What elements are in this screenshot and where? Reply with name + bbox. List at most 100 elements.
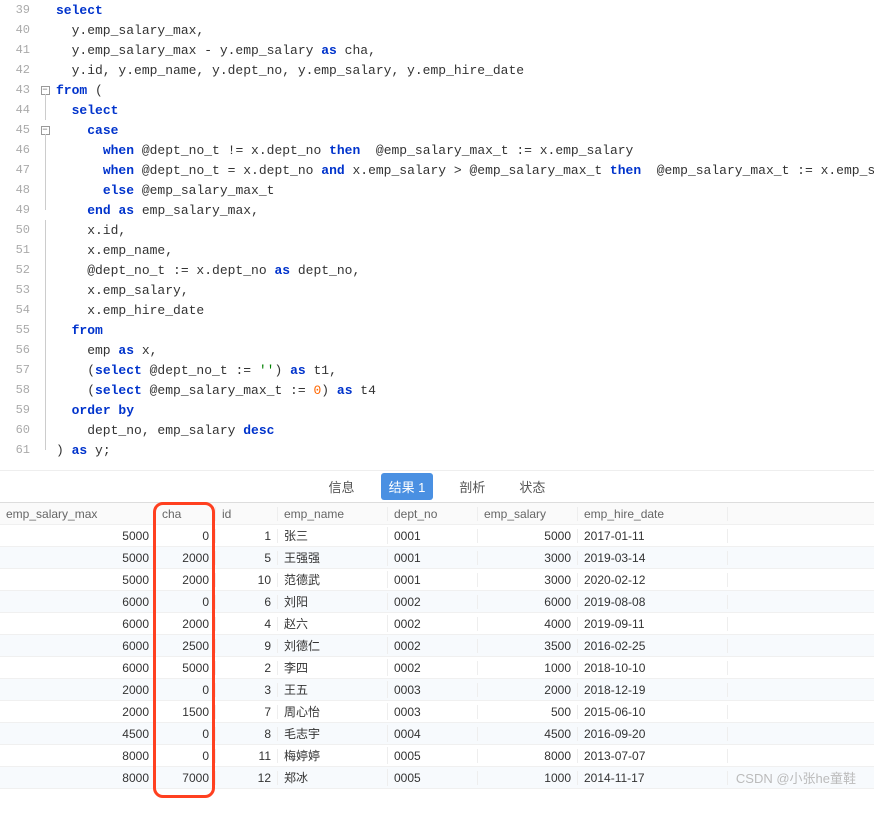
code-line[interactable]: (select @emp_salary_max_t := 0) as t4 (52, 380, 874, 400)
result-grid[interactable]: emp_salary_maxchaidemp_namedept_noemp_sa… (0, 502, 874, 789)
cell-dept[interactable]: 0001 (388, 573, 478, 587)
cell-hire[interactable]: 2019-08-08 (578, 595, 728, 609)
cell-dept[interactable]: 0004 (388, 727, 478, 741)
cell-sal[interactable]: 3500 (478, 639, 578, 653)
cell-max[interactable]: 6000 (0, 617, 156, 631)
code-line[interactable]: x.emp_salary, (52, 280, 874, 300)
cell-name[interactable]: 梅婷婷 (278, 747, 388, 764)
cell-hire[interactable]: 2018-10-10 (578, 661, 728, 675)
fold-cell[interactable] (38, 260, 52, 280)
code-line[interactable]: ) as y; (52, 440, 874, 460)
code-line[interactable]: y.emp_salary_max - y.emp_salary as cha, (52, 40, 874, 60)
code-line[interactable]: x.emp_hire_date (52, 300, 874, 320)
cell-cha[interactable]: 0 (156, 727, 216, 741)
cell-hire[interactable]: 2016-02-25 (578, 639, 728, 653)
cell-hire[interactable]: 2015-06-10 (578, 705, 728, 719)
code-line[interactable]: emp as x, (52, 340, 874, 360)
cell-cha[interactable]: 1500 (156, 705, 216, 719)
code-line[interactable]: from (52, 320, 874, 340)
fold-cell[interactable] (38, 20, 52, 40)
cell-id[interactable]: 4 (216, 617, 278, 631)
cell-id[interactable]: 10 (216, 573, 278, 587)
fold-cell[interactable] (38, 360, 52, 380)
cell-id[interactable]: 6 (216, 595, 278, 609)
cell-dept[interactable]: 0002 (388, 595, 478, 609)
cell-name[interactable]: 张三 (278, 527, 388, 544)
col-header-sal[interactable]: emp_salary (478, 507, 578, 521)
cell-hire[interactable]: 2013-07-07 (578, 749, 728, 763)
header-row[interactable]: emp_salary_maxchaidemp_namedept_noemp_sa… (0, 503, 874, 525)
code-line[interactable]: else @emp_salary_max_t (52, 180, 874, 200)
cell-name[interactable]: 范德武 (278, 571, 388, 588)
fold-cell[interactable] (38, 200, 52, 220)
code-line[interactable]: when @dept_no_t != x.dept_no then @emp_s… (52, 140, 874, 160)
fold-cell[interactable] (38, 340, 52, 360)
code-line[interactable]: x.emp_name, (52, 240, 874, 260)
cell-id[interactable]: 11 (216, 749, 278, 763)
code-line[interactable]: from ( (52, 80, 874, 100)
code-line[interactable]: (select @dept_no_t := '') as t1, (52, 360, 874, 380)
cell-dept[interactable]: 0002 (388, 661, 478, 675)
cell-cha[interactable]: 0 (156, 683, 216, 697)
cell-id[interactable]: 5 (216, 551, 278, 565)
col-header-cha[interactable]: cha (156, 507, 216, 521)
fold-cell[interactable] (38, 140, 52, 160)
cell-name[interactable]: 郑冰 (278, 769, 388, 786)
table-row[interactable]: 200003王五000320002018-12-19 (0, 679, 874, 701)
table-row[interactable]: 5000200010范德武000130002020-02-12 (0, 569, 874, 591)
cell-dept[interactable]: 0003 (388, 705, 478, 719)
table-row[interactable]: 450008毛志宇000445002016-09-20 (0, 723, 874, 745)
cell-dept[interactable]: 0001 (388, 529, 478, 543)
code-line[interactable]: y.emp_salary_max, (52, 20, 874, 40)
cell-max[interactable]: 5000 (0, 551, 156, 565)
cell-name[interactable]: 李四 (278, 659, 388, 676)
code-line[interactable]: select (52, 100, 874, 120)
cell-cha[interactable]: 2000 (156, 551, 216, 565)
cell-cha[interactable]: 2000 (156, 617, 216, 631)
cell-sal[interactable]: 1000 (478, 661, 578, 675)
cell-sal[interactable]: 6000 (478, 595, 578, 609)
cell-id[interactable]: 1 (216, 529, 278, 543)
cell-name[interactable]: 周心怡 (278, 703, 388, 720)
cell-max[interactable]: 8000 (0, 771, 156, 785)
cell-sal[interactable]: 2000 (478, 683, 578, 697)
tab-result[interactable]: 结果 1 (381, 473, 434, 500)
table-row[interactable]: 500020005王强强000130002019-03-14 (0, 547, 874, 569)
cell-dept[interactable]: 0002 (388, 617, 478, 631)
tab-info[interactable]: 信息 (321, 473, 363, 500)
cell-sal[interactable]: 500 (478, 705, 578, 719)
cell-id[interactable]: 3 (216, 683, 278, 697)
fold-cell[interactable]: − (38, 120, 52, 140)
cell-sal[interactable]: 3000 (478, 551, 578, 565)
code-line[interactable]: x.id, (52, 220, 874, 240)
cell-cha[interactable]: 2500 (156, 639, 216, 653)
cell-sal[interactable]: 4500 (478, 727, 578, 741)
cell-max[interactable]: 6000 (0, 639, 156, 653)
cell-sal[interactable]: 4000 (478, 617, 578, 631)
cell-hire[interactable]: 2020-02-12 (578, 573, 728, 587)
cell-hire[interactable]: 2014-11-17 (578, 771, 728, 785)
cell-dept[interactable]: 0005 (388, 771, 478, 785)
fold-cell[interactable] (38, 320, 52, 340)
fold-cell[interactable] (38, 240, 52, 260)
cell-id[interactable]: 8 (216, 727, 278, 741)
table-row[interactable]: 600020004赵六000240002019-09-11 (0, 613, 874, 635)
code-editor[interactable]: 3940414243444546474849505152535455565758… (0, 0, 874, 470)
table-row[interactable]: 200015007周心怡00035002015-06-10 (0, 701, 874, 723)
fold-cell[interactable] (38, 420, 52, 440)
table-row[interactable]: 600006刘阳000260002019-08-08 (0, 591, 874, 613)
fold-cell[interactable] (38, 0, 52, 20)
cell-id[interactable]: 9 (216, 639, 278, 653)
cell-max[interactable]: 6000 (0, 661, 156, 675)
cell-hire[interactable]: 2019-09-11 (578, 617, 728, 631)
cell-cha[interactable]: 7000 (156, 771, 216, 785)
fold-cell[interactable] (38, 40, 52, 60)
code-line[interactable]: select (52, 0, 874, 20)
cell-id[interactable]: 12 (216, 771, 278, 785)
code-line[interactable]: @dept_no_t := x.dept_no as dept_no, (52, 260, 874, 280)
fold-cell[interactable] (38, 180, 52, 200)
fold-cell[interactable] (38, 60, 52, 80)
code-line[interactable]: case (52, 120, 874, 140)
cell-cha[interactable]: 0 (156, 529, 216, 543)
cell-name[interactable]: 赵六 (278, 615, 388, 632)
